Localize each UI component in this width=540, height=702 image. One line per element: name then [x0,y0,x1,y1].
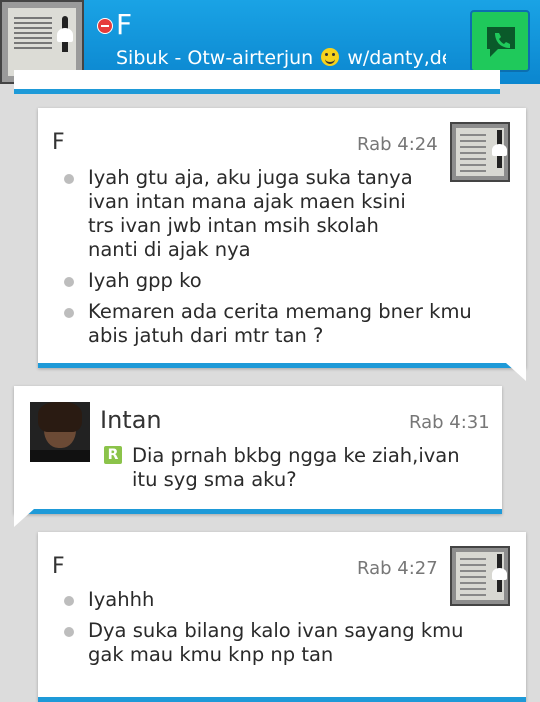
message-time: Rab 4:24 [357,134,438,155]
message-lines: R Dia prnah bkbg ngga ke ziah,ivan itu s… [104,444,484,492]
busy-status-icon [97,18,113,34]
message-card-previous [14,70,500,94]
message-line: Iyah gpp ko [52,269,502,293]
message-card[interactable]: F Rab 4:27 Iyahhh Dya suka bilang kalo i… [38,532,526,702]
message-sender: Intan [100,406,162,434]
message-time: Rab 4:31 [409,412,490,433]
message-card[interactable]: Intan Rab 4:31 R Dia prnah bkbg ngga ke … [14,386,502,514]
message-sender: F [52,130,65,155]
contact-status-message[interactable]: Sibuk - Otw-airterjun w/danty,de... [116,47,446,69]
status-suffix: w/danty,de... [347,47,446,69]
bubble-tail [14,509,34,527]
sender-avatar[interactable] [30,402,90,462]
contact-name[interactable]: F [116,8,132,41]
read-badge-icon: R [104,446,122,464]
status-text: Sibuk - Otw-airterjun [116,47,314,69]
message-line: Iyah gtu aja, aku juga suka tanya ivan i… [52,166,418,262]
message-line: Iyahhh [52,588,502,612]
message-line: Kemaren ada cerita memang bner kmu abis … [52,300,502,348]
bubble-tail [506,363,526,381]
avatar-caption-decoration [30,450,90,462]
message-time: Rab 4:27 [357,558,438,579]
message-card[interactable]: F Rab 4:24 Iyah gtu aja, aku juga suka t… [38,108,526,368]
message-lines: Iyahhh Dya suka bilang kalo ivan sayang … [52,588,502,674]
smiley-icon [321,48,340,66]
phone-chat-icon [487,27,515,57]
message-line: R Dia prnah bkbg ngga ke ziah,ivan itu s… [104,444,484,492]
call-button[interactable] [470,10,530,72]
message-sender: F [52,554,65,579]
avatar-image [8,8,76,76]
message-lines: Iyah gtu aja, aku juga suka tanya ivan i… [52,166,502,355]
message-line: Dya suka bilang kalo ivan sayang kmu gak… [52,619,502,667]
